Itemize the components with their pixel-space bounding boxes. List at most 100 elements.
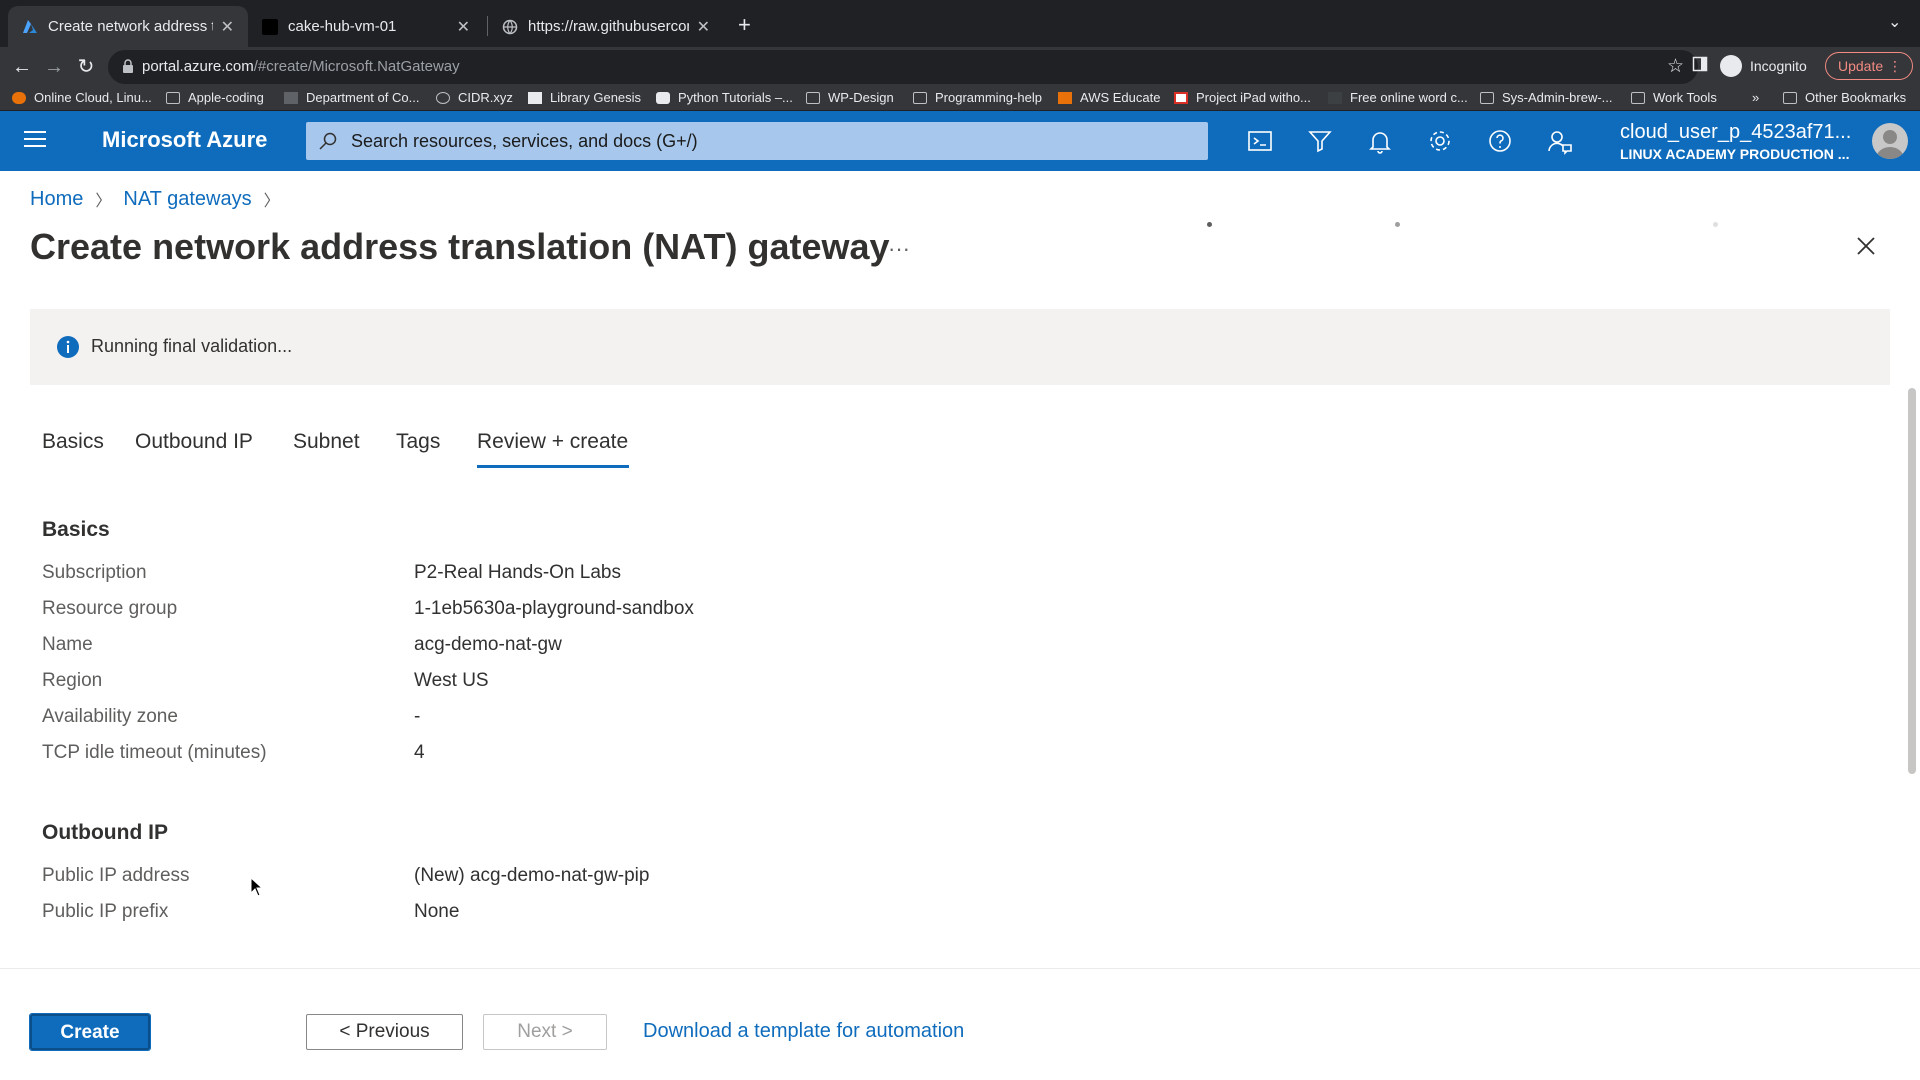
validation-message: Running final validation... <box>91 336 293 356</box>
loading-dot <box>1713 222 1718 227</box>
bookmark-online-cloud[interactable]: Online Cloud, Linu... <box>12 90 152 105</box>
hamburger-menu-icon[interactable] <box>24 131 46 149</box>
bookmark-wp-design[interactable]: WP-Design <box>806 90 894 105</box>
address-bar[interactable]: portal.azure.com/#create/Microsoft.NatGa… <box>108 50 1698 84</box>
tab-tags[interactable]: Tags <box>396 430 440 454</box>
incognito-icon <box>1720 55 1742 77</box>
bookmark-aws-educate[interactable]: AWS Educate <box>1058 90 1160 105</box>
folder-icon <box>1480 91 1494 104</box>
back-arrow-icon[interactable]: ← <box>10 55 34 79</box>
feedback-icon[interactable] <box>1546 127 1574 155</box>
book-icon <box>528 91 542 104</box>
tab-subnet[interactable]: Subnet <box>293 430 360 454</box>
side-panel-icon[interactable] <box>1692 56 1708 75</box>
footer-divider <box>0 968 1920 969</box>
avatar[interactable] <box>1872 123 1908 159</box>
bookmark-star-icon[interactable]: ☆ <box>1667 55 1684 78</box>
azure-brand[interactable]: Microsoft Azure <box>102 127 267 153</box>
close-tab-icon[interactable]: ✕ <box>697 17 710 37</box>
bookmark-apple-coding[interactable]: Apple-coding <box>166 90 264 105</box>
folder-icon <box>1783 91 1797 104</box>
mouse-cursor-icon <box>250 877 264 897</box>
doc-icon <box>1174 91 1188 104</box>
value-public-ip-prefix: None <box>414 901 460 922</box>
cloud-icon <box>12 91 26 104</box>
bookmark-python-tutorials[interactable]: Python Tutorials –... <box>656 90 793 105</box>
browser-tab-vm[interactable]: cake-hub-vm-01 ✕ <box>248 6 484 47</box>
bookmark-project-ipad[interactable]: Project iPad witho... <box>1174 90 1311 105</box>
python-icon <box>656 91 670 104</box>
terminal-icon <box>262 18 278 35</box>
content-scrollbar[interactable] <box>1908 388 1916 774</box>
directory-filter-icon[interactable] <box>1306 127 1334 155</box>
value-availability-zone: - <box>414 706 421 727</box>
azure-icon <box>22 19 38 35</box>
globe-icon <box>502 19 518 35</box>
info-icon <box>57 336 79 358</box>
incognito-indicator[interactable]: Incognito <box>1720 52 1807 80</box>
new-tab-button[interactable]: + <box>738 12 751 38</box>
create-button[interactable]: Create <box>29 1013 151 1051</box>
close-tab-icon[interactable]: ✕ <box>221 17 234 37</box>
settings-gear-icon[interactable] <box>1426 127 1454 155</box>
tab-review-create[interactable]: Review + create <box>477 430 628 454</box>
value-tcp-idle-timeout: 4 <box>414 742 425 763</box>
browser-toolbar: ← → ↻ portal.azure.com/#create/Microsoft… <box>0 47 1920 87</box>
reload-icon[interactable]: ↻ <box>74 55 98 79</box>
account-name[interactable]: cloud_user_p_4523af71... <box>1620 121 1851 144</box>
bookmark-work-tools[interactable]: Work Tools <box>1631 90 1717 105</box>
help-icon[interactable] <box>1486 127 1514 155</box>
globe-icon <box>436 91 450 104</box>
browser-tab-github[interactable]: https://raw.githubusercontent. ✕ <box>488 6 724 47</box>
chevron-right-icon: 〉 <box>263 193 280 210</box>
aws-icon <box>1058 91 1072 104</box>
more-options-icon[interactable]: ··· <box>888 236 910 262</box>
close-icon[interactable] <box>1854 234 1878 258</box>
download-template-link[interactable]: Download a template for automation <box>643 1020 964 1043</box>
bookmark-cidr[interactable]: CIDR.xyz <box>436 90 513 105</box>
close-tab-icon[interactable]: ✕ <box>457 17 470 37</box>
next-button[interactable]: Next > <box>483 1014 607 1050</box>
bookmark-department[interactable]: Department of Co... <box>284 90 419 105</box>
value-subscription: P2-Real Hands-On Labs <box>414 562 621 583</box>
url-path: /#create/Microsoft.NatGateway <box>253 58 460 75</box>
tab-outbound-ip[interactable]: Outbound IP <box>135 430 253 454</box>
chevron-right-icon: 〉 <box>95 193 112 210</box>
label-tcp-idle-timeout: TCP idle timeout (minutes) <box>42 742 267 763</box>
validation-banner: Running final validation... <box>30 309 1890 385</box>
page-title: Create network address translation (NAT)… <box>30 226 890 267</box>
bookmark-other-bookmarks[interactable]: Other Bookmarks <box>1783 90 1906 105</box>
loading-dot <box>1395 222 1400 227</box>
value-public-ip-address: (New) acg-demo-nat-gw-pip <box>414 865 650 886</box>
bookmark-programming-help[interactable]: Programming-help <box>913 90 1042 105</box>
update-button[interactable]: Update ⋮ <box>1825 52 1913 80</box>
active-tab-indicator <box>477 465 629 468</box>
azure-top-bar: Microsoft Azure Search resources, servic… <box>0 111 1920 171</box>
tab-search-chevron-icon[interactable]: ⌄ <box>1888 12 1901 32</box>
previous-button[interactable]: < Previous <box>306 1014 463 1050</box>
label-subscription: Subscription <box>42 562 147 583</box>
url-host: portal.azure.com <box>142 58 254 75</box>
browser-tab-azure[interactable]: Create network address transla ✕ <box>8 6 248 47</box>
value-name: acg-demo-nat-gw <box>414 634 562 655</box>
tab-basics[interactable]: Basics <box>42 430 104 454</box>
section-heading-outbound-ip: Outbound IP <box>42 821 168 844</box>
forward-arrow-icon[interactable]: → <box>42 55 66 79</box>
cloud-shell-icon[interactable] <box>1246 127 1274 155</box>
bookmark-sys-admin[interactable]: Sys-Admin-brew-... <box>1480 90 1613 105</box>
breadcrumb-nat-gateways[interactable]: NAT gateways <box>123 188 251 211</box>
folder-icon <box>166 91 180 104</box>
account-tenant[interactable]: LINUX ACADEMY PRODUCTION ... <box>1620 146 1849 162</box>
site-icon <box>1328 91 1342 104</box>
label-name: Name <box>42 634 93 655</box>
search-icon <box>319 132 337 150</box>
value-region: West US <box>414 670 489 691</box>
folder-icon <box>1631 91 1645 104</box>
breadcrumb-home[interactable]: Home <box>30 188 83 211</box>
global-search-input[interactable]: Search resources, services, and docs (G+… <box>306 122 1208 160</box>
bookmark-free-online-word[interactable]: Free online word c... <box>1328 90 1468 105</box>
bookmarks-overflow-button[interactable]: » <box>1752 90 1759 105</box>
bookmark-library-genesis[interactable]: Library Genesis <box>528 90 641 105</box>
notifications-bell-icon[interactable] <box>1366 127 1394 155</box>
browser-tab-bar: Create network address transla ✕ cake-hu… <box>0 0 1920 47</box>
